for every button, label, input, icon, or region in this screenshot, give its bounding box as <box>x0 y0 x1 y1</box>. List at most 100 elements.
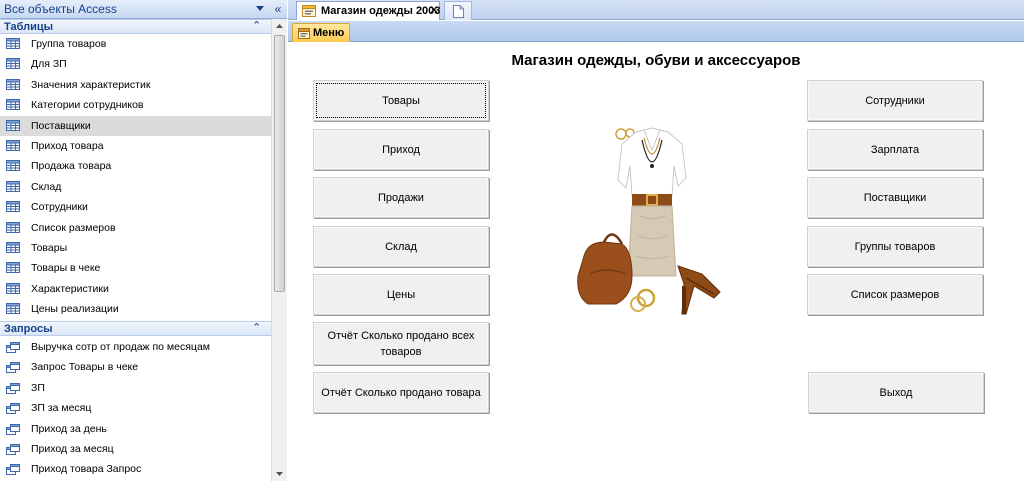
tab-form[interactable]: Магазин одежды 2003 ✕ <box>296 1 440 20</box>
item-label: Приход за день <box>31 422 107 435</box>
query-item[interactable]: ЗП за месяц <box>0 398 271 418</box>
table-item[interactable]: Группа товаров <box>0 34 271 54</box>
query-icon <box>6 423 20 435</box>
tab-new-document[interactable] <box>444 1 472 20</box>
table-icon <box>6 139 20 151</box>
item-label: Значения характеристик <box>31 78 151 91</box>
item-label: Сотрудники <box>31 201 88 214</box>
table-item[interactable]: Для ЗП <box>0 54 271 74</box>
form-icon <box>302 5 316 17</box>
query-item[interactable]: Запрос Товары в чеке <box>0 357 271 377</box>
query-item[interactable]: Выручка сотр от продаж по месяцам <box>0 337 271 357</box>
table-item[interactable]: Характеристики <box>0 279 271 299</box>
table-item[interactable]: Сотрудники <box>0 197 271 217</box>
table-item[interactable]: Склад <box>0 177 271 197</box>
item-label: ЗП <box>31 381 45 394</box>
chevron-up-icon[interactable]: ⌃ <box>252 19 261 32</box>
scroll-down-arrow-icon[interactable] <box>272 466 287 481</box>
salary-button[interactable]: Зарплата <box>807 129 983 170</box>
nav-pane-header[interactable]: Все объекты Access « <box>0 0 287 19</box>
scroll-up-arrow-icon[interactable] <box>272 19 287 34</box>
item-label: Приход за месяц <box>31 442 114 455</box>
collapse-pane-icon[interactable]: « <box>271 1 285 17</box>
group-header-tables[interactable]: Таблицы ⌃ <box>0 19 271 34</box>
table-item[interactable]: Цены реализации <box>0 299 271 319</box>
item-label: Склад <box>31 180 62 193</box>
query-item[interactable]: Приход за месяц <box>0 439 271 459</box>
item-label: Товары в чеке <box>31 262 101 275</box>
item-label: Запрос Товары в чеке <box>31 361 139 374</box>
table-icon <box>6 303 20 315</box>
fashion-outfit-image <box>577 127 721 315</box>
form-tab-bar: Меню <box>288 21 1024 42</box>
item-label: ЗП за месяц <box>31 402 92 415</box>
query-item[interactable]: ЗП <box>0 378 271 398</box>
table-item[interactable]: Приход товара <box>0 136 271 156</box>
item-label: Приход товара <box>31 139 104 152</box>
income-button[interactable]: Приход <box>313 129 489 170</box>
queries-list: Выручка сотр от продаж по месяцам Запрос … <box>0 337 271 480</box>
item-label: Приход товара Запрос <box>31 463 142 476</box>
item-label: Цены реализации <box>31 303 119 316</box>
query-icon <box>6 362 20 374</box>
sizes-list-button[interactable]: Список размеров <box>807 274 983 315</box>
item-label: Список размеров <box>31 221 116 234</box>
table-icon <box>6 180 20 192</box>
table-icon <box>6 160 20 172</box>
document-icon <box>453 5 464 18</box>
employees-button[interactable]: Сотрудники <box>807 80 983 121</box>
report-all-button[interactable]: Отчёт Сколько продано всех товаров <box>313 322 489 365</box>
sales-button[interactable]: Продажи <box>313 177 489 218</box>
table-icon <box>6 119 20 131</box>
item-label: Поставщики <box>31 119 91 132</box>
chevron-up-icon[interactable]: ⌃ <box>252 321 261 334</box>
exit-button[interactable]: Выход <box>808 372 984 413</box>
table-item[interactable]: Список размеров <box>0 218 271 238</box>
report-one-button[interactable]: Отчёт Сколько продано товара <box>313 372 489 413</box>
item-label: Продажа товара <box>31 160 112 173</box>
nav-pane-title[interactable]: Все объекты Access <box>4 2 117 16</box>
navigation-pane: Все объекты Access « Таблицы ⌃ Группа то… <box>0 0 287 481</box>
item-label: Характеристики <box>31 282 109 295</box>
item-label: Выручка сотр от продаж по месяцам <box>31 341 211 353</box>
tables-list: Группа товаров Для ЗП Значения характерист… <box>0 34 271 319</box>
query-item[interactable]: Приход товара Запрос <box>0 459 271 479</box>
form-icon <box>298 28 310 39</box>
query-icon <box>6 342 20 353</box>
table-item[interactable]: Продажа товара <box>0 156 271 176</box>
query-icon <box>6 443 20 455</box>
tab-menu[interactable]: Меню <box>292 23 350 42</box>
item-label: Группа товаров <box>31 38 107 50</box>
query-icon <box>6 403 20 415</box>
group-label: Запросы <box>4 323 53 335</box>
suppliers-button[interactable]: Поставщики <box>807 177 983 218</box>
prices-button[interactable]: Цены <box>313 274 489 315</box>
table-icon <box>6 201 20 213</box>
group-label: Таблицы <box>4 21 53 33</box>
query-item[interactable]: Приход за день <box>0 419 271 439</box>
table-icon <box>6 58 20 70</box>
table-item[interactable]: Значения характеристик <box>0 75 271 95</box>
chevron-down-icon[interactable] <box>256 6 264 11</box>
item-label: Для ЗП <box>31 58 67 71</box>
table-icon <box>6 38 20 49</box>
tab-label: Меню <box>313 27 345 39</box>
table-item[interactable]: Категории сотрудников <box>0 95 271 115</box>
item-label: Товары <box>31 241 68 254</box>
document-tabs: Магазин одежды 2003 ✕ <box>288 0 1024 20</box>
table-icon <box>6 99 20 111</box>
table-item[interactable]: Товары в чеке <box>0 258 271 278</box>
table-item[interactable]: Товары <box>0 238 271 258</box>
table-icon <box>6 282 20 294</box>
table-item[interactable]: Поставщики <box>0 115 271 136</box>
group-header-queries[interactable]: Запросы ⌃ <box>0 321 271 336</box>
close-icon[interactable]: ✕ <box>429 3 439 17</box>
table-icon <box>6 221 20 233</box>
nav-scrollbar[interactable] <box>271 19 287 481</box>
scroll-thumb[interactable] <box>274 35 285 292</box>
table-icon <box>6 241 20 253</box>
product-groups-button[interactable]: Группы товаров <box>807 226 983 267</box>
tab-label: Магазин одежды 2003 <box>321 5 441 17</box>
warehouse-button[interactable]: Склад <box>313 226 489 267</box>
goods-button[interactable]: Товары <box>313 80 489 121</box>
